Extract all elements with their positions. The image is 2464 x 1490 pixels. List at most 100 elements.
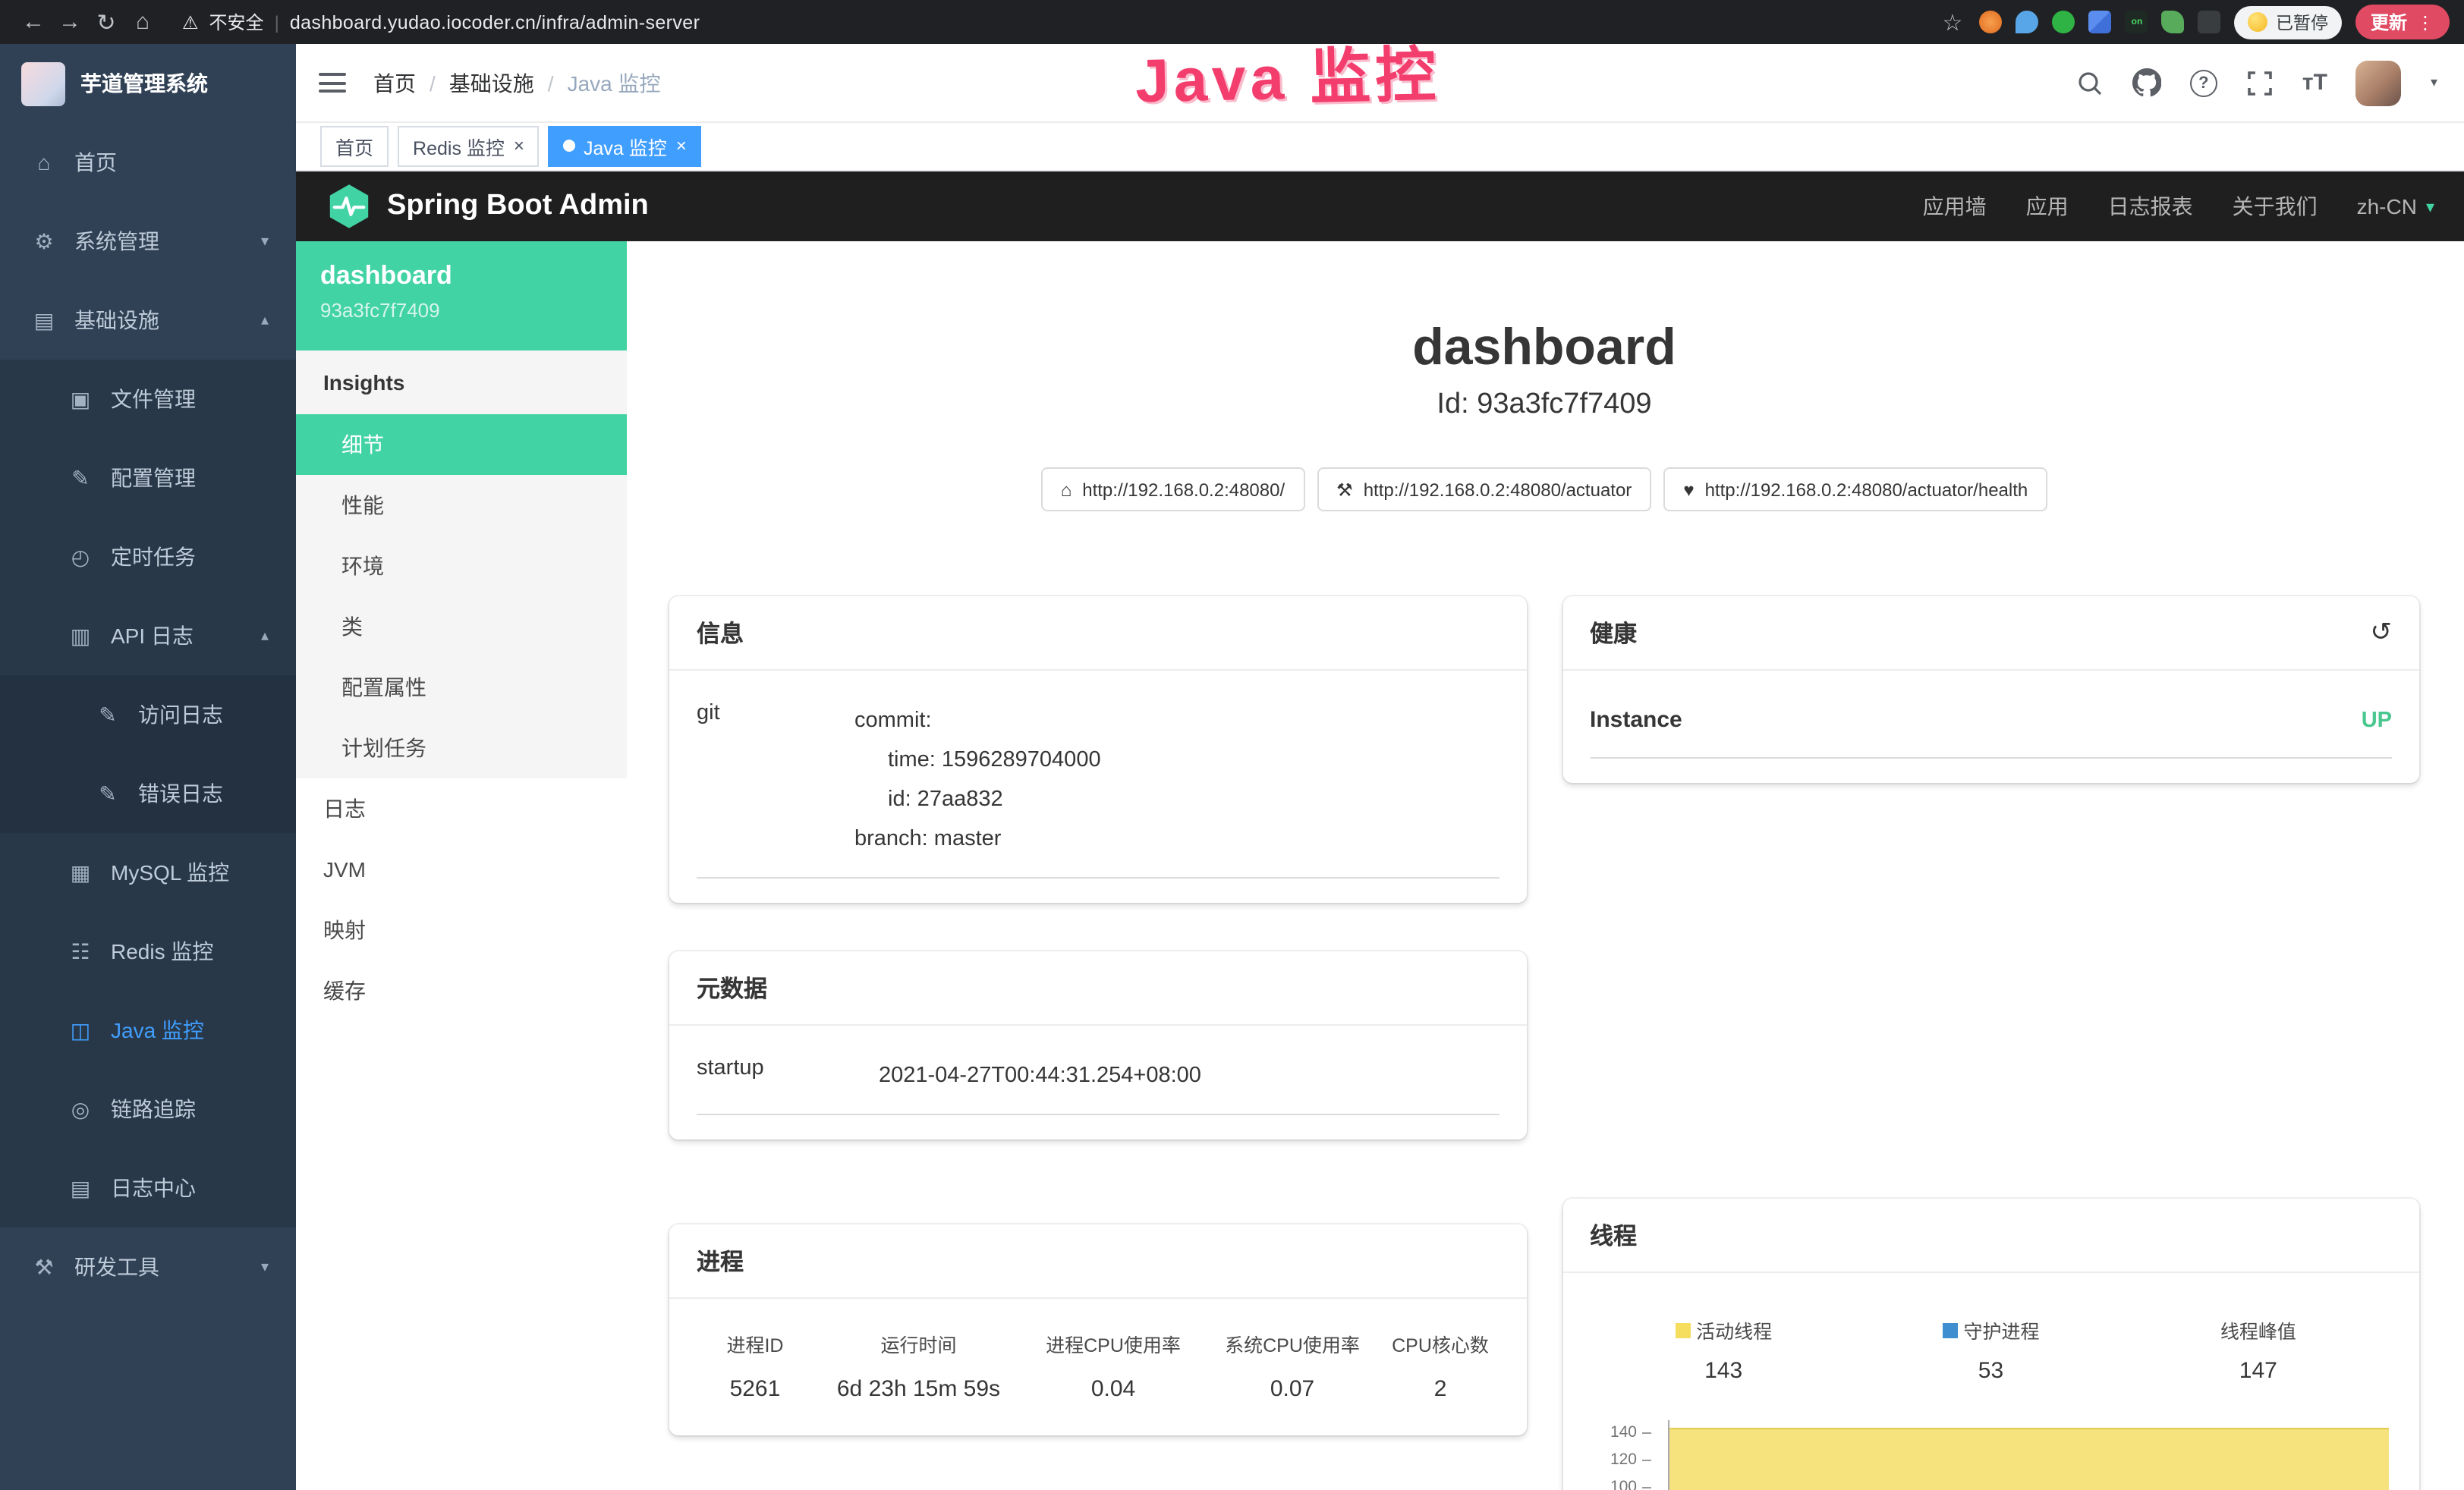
language-selector[interactable]: zh-CN ▾: [2357, 194, 2434, 218]
instance-links: ⌂ http://192.168.0.2:48080/ ⚒ http://192…: [669, 467, 2419, 511]
browser-chrome: ← → ↻ ⌂ ⚠ 不安全 | dashboard.yudao.iocoder.…: [0, 0, 2464, 44]
chevron-up-icon: ▴: [261, 312, 269, 328]
legend-value: 143: [1590, 1358, 1857, 1384]
sba-item-environment[interactable]: 环境: [296, 536, 627, 596]
log-center-icon: ▤: [67, 1175, 94, 1201]
hamburger-icon[interactable]: [319, 73, 346, 93]
breadcrumb-infrastructure[interactable]: 基础设施: [449, 68, 534, 98]
sba-item-caches[interactable]: 缓存: [296, 960, 627, 1021]
sba-item-details[interactable]: 细节: [296, 414, 627, 475]
value-process-cpu: 0.04: [1024, 1376, 1203, 1402]
instance-title: dashboard: [669, 317, 2419, 378]
sba-nav-wallboard[interactable]: 应用墙: [1923, 191, 1987, 222]
sba-item-logs[interactable]: 日志: [296, 778, 627, 839]
sba-item-label: 环境: [341, 551, 384, 581]
sba-brand[interactable]: Spring Boot Admin: [326, 184, 649, 229]
tab-home[interactable]: 首页: [320, 125, 389, 166]
health-url-link[interactable]: ♥ http://192.168.0.2:48080/actuator/heal…: [1663, 467, 2047, 511]
close-icon[interactable]: ×: [676, 135, 687, 156]
menu-label: Redis 监控: [111, 936, 213, 967]
sidebar-item-link-tracing[interactable]: ◎ 链路追踪: [0, 1070, 296, 1149]
y-tick-120: 120: [1590, 1451, 1651, 1469]
back-icon[interactable]: ←: [15, 9, 52, 35]
github-icon[interactable]: [2132, 68, 2161, 97]
col-header-pid: 进程ID: [697, 1329, 813, 1358]
sba-nav-about[interactable]: 关于我们: [2233, 191, 2318, 222]
insights-group: Insights 细节 性能 环境 类 配置属性 计划任务: [296, 350, 627, 778]
history-icon[interactable]: ↺: [2371, 618, 2393, 648]
sba-item-scheduled-tasks[interactable]: 计划任务: [296, 718, 627, 778]
tab-java-monitor[interactable]: Java 监控 ×: [549, 125, 702, 166]
link-url: http://192.168.0.2:48080/actuator/health: [1705, 479, 2028, 500]
sidebar-item-file-mgmt[interactable]: ▣ 文件管理: [0, 360, 296, 439]
sba-nav-applications[interactable]: 应用: [2026, 191, 2069, 222]
instance-header[interactable]: dashboard 93a3fc7f7409: [296, 241, 627, 350]
font-size-icon[interactable]: тT: [2302, 70, 2327, 96]
search-icon[interactable]: [2076, 69, 2104, 96]
app-sidebar: 芋道管理系统 ⌂ 首页 ⚙ 系统管理 ▾ ▤ 基础设施 ▴ ▣ 文件管理 ✎: [0, 44, 296, 1490]
sidebar-item-api-logs[interactable]: ▥ API 日志 ▴: [0, 596, 296, 675]
warning-icon: ⚠: [182, 11, 199, 33]
reload-icon[interactable]: ↻: [88, 8, 124, 36]
sidebar-item-mysql-monitor[interactable]: ▦ MySQL 监控: [0, 833, 296, 912]
ext-icon-leaf[interactable]: [2162, 11, 2185, 33]
ext-icon-orange[interactable]: [1980, 11, 2003, 33]
chevron-down-icon[interactable]: ▾: [2431, 74, 2437, 91]
sidebar-item-access-logs[interactable]: ✎ 访问日志: [0, 675, 296, 754]
bookmark-star-icon[interactable]: ☆: [1939, 8, 1966, 36]
ext-icon-green-check[interactable]: [2053, 11, 2075, 33]
sidebar-item-error-logs[interactable]: ✎ 错误日志: [0, 754, 296, 833]
legend-daemon-threads: 守护进程 53: [1857, 1316, 2124, 1384]
browser-menu-icon[interactable]: ⋮: [2416, 11, 2434, 33]
daemon-threads-swatch: [1942, 1322, 1957, 1338]
sba-item-classes[interactable]: 类: [296, 596, 627, 657]
fullscreen-icon[interactable]: [2246, 69, 2274, 96]
help-icon[interactable]: ?: [2190, 69, 2217, 96]
ext-icon-toggle[interactable]: on: [2126, 11, 2148, 33]
sidebar-item-scheduled-tasks[interactable]: ◴ 定时任务: [0, 517, 296, 596]
metadata-startup-value: 2021-04-27T00:44:31.254+08:00: [879, 1056, 1201, 1095]
ext-icon-dark[interactable]: [2198, 11, 2221, 33]
avatar[interactable]: [2356, 60, 2402, 105]
sidebar-item-dev-tools[interactable]: ⚒ 研发工具 ▾: [0, 1228, 296, 1306]
close-icon[interactable]: ×: [514, 135, 524, 156]
service-url-link[interactable]: ⌂ http://192.168.0.2:48080/: [1041, 467, 1304, 511]
sba-nav-journal[interactable]: 日志报表: [2108, 191, 2193, 222]
menu-label: 系统管理: [74, 226, 159, 256]
sidebar-item-config-mgmt[interactable]: ✎ 配置管理: [0, 439, 296, 517]
tab-label: Java 监控: [584, 131, 667, 160]
sidebar-item-redis-monitor[interactable]: ☷ Redis 监控: [0, 912, 296, 991]
address-divider: |: [275, 11, 279, 33]
ext-icon-grid[interactable]: [2089, 11, 2112, 33]
info-card: 信息 git commit: time: 1596289704000 id: 2…: [669, 596, 1526, 903]
toggle-on-label: on: [2132, 17, 2143, 27]
paused-badge[interactable]: 已暂停: [2235, 5, 2342, 39]
git-time-line: time: 1596289704000: [854, 740, 1101, 780]
sidebar-item-home[interactable]: ⌂ 首页: [0, 123, 296, 202]
menu-label: 链路追踪: [111, 1094, 196, 1124]
sba-item-config-props[interactable]: 配置属性: [296, 657, 627, 718]
sidebar-item-infrastructure[interactable]: ▤ 基础设施 ▴: [0, 281, 296, 360]
forward-icon[interactable]: →: [52, 9, 88, 35]
sba-logo-icon: [326, 184, 372, 229]
sba-item-jvm[interactable]: JVM: [296, 839, 627, 900]
breadcrumb-home[interactable]: 首页: [373, 68, 416, 98]
tab-redis-monitor[interactable]: Redis 监控 ×: [398, 125, 540, 166]
update-button[interactable]: 更新 ⋮: [2355, 5, 2450, 39]
actuator-url-link[interactable]: ⚒ http://192.168.0.2:48080/actuator: [1317, 467, 1651, 511]
sidebar-item-java-monitor[interactable]: ◫ Java 监控: [0, 991, 296, 1070]
breadcrumb-separator: /: [548, 71, 554, 95]
sba-item-performance[interactable]: 性能: [296, 475, 627, 536]
sba-item-mappings[interactable]: 映射: [296, 900, 627, 960]
app-main: 首页 / 基础设施 / Java 监控 ?: [296, 44, 2464, 1490]
ext-icon-drop[interactable]: [2016, 11, 2039, 33]
sba-item-label: 映射: [323, 915, 366, 945]
address-bar[interactable]: ⚠ 不安全 | dashboard.yudao.iocoder.cn/infra…: [182, 9, 700, 35]
sidebar-item-log-center[interactable]: ▤ 日志中心: [0, 1149, 296, 1228]
browser-home-icon[interactable]: ⌂: [124, 9, 161, 35]
insights-label: Insights: [296, 350, 627, 414]
app-logo-row[interactable]: 芋道管理系统: [0, 44, 296, 123]
col-header-process-cpu: 进程CPU使用率: [1024, 1329, 1203, 1358]
devtools-icon: ⚒: [30, 1254, 58, 1280]
sidebar-item-system-mgmt[interactable]: ⚙ 系统管理 ▾: [0, 202, 296, 281]
